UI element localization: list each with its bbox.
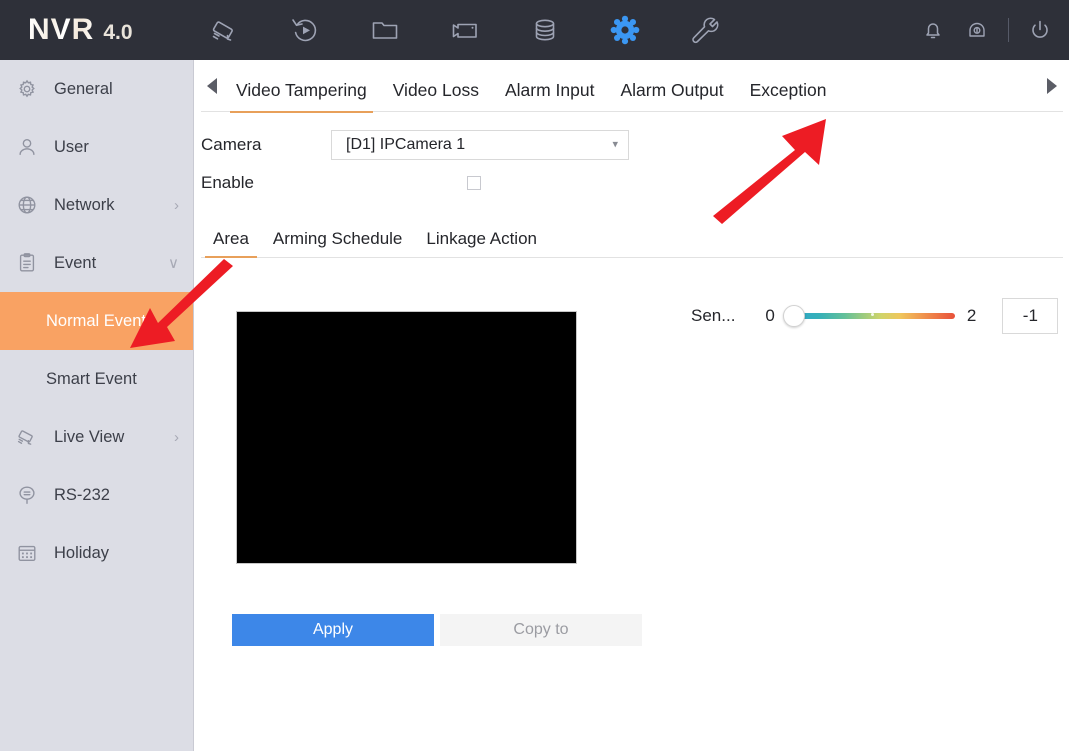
sidebar: General User Network › Event ∨ Normal Ev… bbox=[0, 60, 194, 751]
top-right-icons bbox=[920, 0, 1053, 60]
globe-icon bbox=[12, 192, 42, 218]
sidebar-item-event[interactable]: Event ∨ bbox=[0, 234, 193, 292]
subtab-area[interactable]: Area bbox=[201, 229, 261, 258]
sensitivity-row: Sen... 0 2 -1 bbox=[691, 298, 1059, 334]
subtab-label: Linkage Action bbox=[426, 229, 537, 248]
tab-alarm-input[interactable]: Alarm Input bbox=[492, 80, 607, 112]
copy-to-button-label: Copy to bbox=[513, 621, 569, 638]
tab-label: Video Tampering bbox=[236, 79, 367, 100]
sidebar-item-label: Event bbox=[54, 253, 97, 272]
tab-alarm-output[interactable]: Alarm Output bbox=[607, 80, 736, 112]
enable-row: Enable bbox=[201, 164, 1069, 202]
sidebar-item-network[interactable]: Network › bbox=[0, 176, 193, 234]
subtab-linkage-action[interactable]: Linkage Action bbox=[414, 229, 549, 257]
maintenance-wrench-icon[interactable] bbox=[688, 13, 722, 47]
clipboard-icon bbox=[12, 250, 42, 276]
video-export-icon[interactable] bbox=[448, 13, 482, 47]
enable-checkbox[interactable] bbox=[467, 176, 481, 190]
sensitivity-label: Sen... bbox=[691, 306, 736, 325]
sidebar-item-label: Network bbox=[54, 195, 115, 214]
siren-icon[interactable] bbox=[964, 17, 990, 43]
top-nav-icons bbox=[208, 13, 722, 47]
camera-row: Camera [D1] IPCamera 1 ▾ bbox=[201, 126, 1069, 164]
subtab-label: Arming Schedule bbox=[272, 229, 403, 248]
button-row: Apply Copy to bbox=[232, 614, 642, 646]
camera-icon[interactable] bbox=[208, 13, 242, 47]
sub-tab-bar: Area Arming Schedule Linkage Action bbox=[201, 220, 1063, 258]
sensitivity-slider[interactable] bbox=[782, 305, 955, 327]
sidebar-item-live-view[interactable]: Live View › bbox=[0, 408, 193, 466]
tab-bar: Video Tampering Video Loss Alarm Input A… bbox=[201, 60, 1063, 113]
tab-scroll-left-icon[interactable] bbox=[201, 60, 223, 112]
chevron-right-icon: › bbox=[174, 428, 179, 446]
camera-label: Camera bbox=[201, 135, 262, 154]
apply-button-label: Apply bbox=[312, 621, 354, 638]
enable-label: Enable bbox=[201, 173, 254, 192]
serial-port-icon bbox=[12, 482, 42, 508]
sidebar-item-label: Holiday bbox=[54, 543, 110, 562]
logo-version: 4.0 bbox=[103, 21, 133, 44]
logo-text: NVR bbox=[28, 13, 95, 46]
tab-label: Video Loss bbox=[392, 79, 479, 100]
sensitivity-min-label: 0 bbox=[765, 306, 775, 325]
chevron-down-icon: ▾ bbox=[612, 138, 618, 151]
camera-select[interactable]: [D1] IPCamera 1 ▾ bbox=[331, 130, 629, 160]
tab-scroll-right-icon[interactable] bbox=[1041, 60, 1063, 112]
header-divider bbox=[1008, 18, 1009, 42]
area-panel: Sen... 0 2 -1 Apply Copy to bbox=[195, 258, 1069, 662]
sidebar-item-general[interactable]: General bbox=[0, 60, 193, 118]
subtab-label: Area bbox=[213, 229, 249, 248]
sensitivity-value-field[interactable]: -1 bbox=[1002, 298, 1059, 334]
sensitivity-value: -1 bbox=[1022, 306, 1038, 325]
tab-exception[interactable]: Exception bbox=[737, 80, 840, 112]
camera-select-value: [D1] IPCamera 1 bbox=[346, 136, 466, 153]
tab-label: Alarm Input bbox=[504, 79, 595, 100]
sensitivity-max-label: 2 bbox=[966, 306, 977, 325]
sidebar-item-label: General bbox=[54, 79, 113, 98]
chevron-down-icon: ∨ bbox=[168, 254, 179, 272]
slider-track bbox=[796, 313, 955, 319]
bell-alarm-icon[interactable] bbox=[920, 17, 946, 43]
sidebar-item-smart-event[interactable]: Smart Event bbox=[0, 350, 193, 408]
slider-handle[interactable] bbox=[782, 305, 805, 327]
calendar-icon bbox=[12, 540, 42, 566]
apply-button[interactable]: Apply bbox=[232, 614, 434, 646]
tab-label: Alarm Output bbox=[620, 79, 724, 100]
subtab-arming-schedule[interactable]: Arming Schedule bbox=[261, 229, 414, 257]
sidebar-item-holiday[interactable]: Holiday bbox=[0, 524, 193, 582]
sidebar-item-rs-232[interactable]: RS-232 bbox=[0, 466, 193, 524]
app-window: NVR 4.0 General User Network › Event ∨ N… bbox=[0, 0, 1069, 751]
camera-icon bbox=[12, 424, 42, 450]
sidebar-item-label: RS-232 bbox=[54, 485, 110, 504]
user-icon bbox=[12, 134, 42, 160]
tab-list: Video Tampering Video Loss Alarm Input A… bbox=[223, 60, 1041, 113]
gear-icon bbox=[12, 76, 42, 102]
storage-icon[interactable] bbox=[528, 13, 562, 47]
settings-form: Camera [D1] IPCamera 1 ▾ Enable bbox=[195, 112, 1069, 202]
settings-gear-icon[interactable] bbox=[608, 13, 642, 47]
copy-to-button[interactable]: Copy to bbox=[440, 614, 642, 646]
top-bar: NVR 4.0 bbox=[0, 0, 1069, 60]
sidebar-item-label: Normal Event bbox=[46, 311, 146, 330]
sidebar-item-label: User bbox=[54, 137, 89, 156]
file-folder-icon[interactable] bbox=[368, 13, 402, 47]
main-content: Video Tampering Video Loss Alarm Input A… bbox=[195, 60, 1069, 751]
sidebar-item-normal-event[interactable]: Normal Event bbox=[0, 292, 193, 350]
video-preview[interactable] bbox=[236, 311, 577, 564]
sidebar-item-label: Live View bbox=[54, 427, 125, 446]
slider-tick bbox=[870, 313, 874, 316]
sidebar-item-user[interactable]: User bbox=[0, 118, 193, 176]
playback-icon[interactable] bbox=[288, 13, 322, 47]
tab-video-loss[interactable]: Video Loss bbox=[380, 80, 492, 112]
chevron-right-icon: › bbox=[174, 196, 179, 214]
sidebar-item-label: Smart Event bbox=[46, 369, 137, 388]
app-logo: NVR 4.0 bbox=[28, 13, 133, 47]
power-icon[interactable] bbox=[1027, 17, 1053, 43]
tab-video-tampering[interactable]: Video Tampering bbox=[223, 79, 380, 113]
tab-label: Exception bbox=[749, 79, 827, 100]
